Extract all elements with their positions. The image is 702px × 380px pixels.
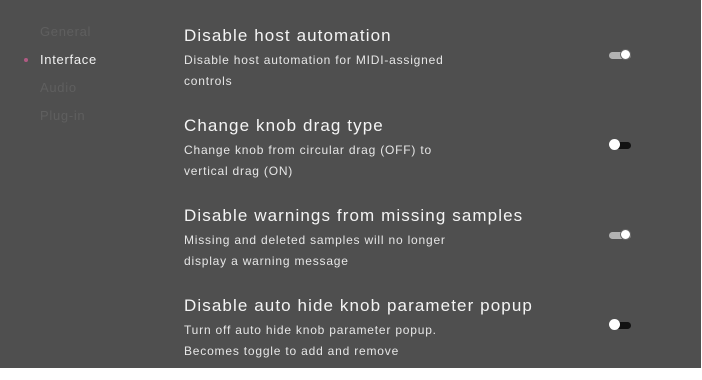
sidebar-item-interface[interactable]: Interface: [40, 52, 97, 67]
setting-description: Turn off auto hide knob parameter popup.…: [184, 320, 514, 362]
sidebar-item-general[interactable]: General: [40, 24, 91, 39]
setting-description-line: controls: [184, 74, 233, 88]
setting-title: Disable host automation: [184, 26, 392, 45]
toggle-knob: [609, 319, 620, 330]
toggle-switch[interactable]: [609, 49, 633, 61]
setting-description-line: Becomes toggle to add and remove: [184, 344, 400, 358]
toggle-knob: [620, 49, 631, 60]
toggle-knob: [620, 229, 631, 240]
setting-title: Change knob drag type: [184, 116, 384, 135]
setting-description: Missing and deleted samples will no long…: [184, 230, 514, 272]
sidebar-item-plugin[interactable]: Plug-in: [40, 108, 85, 123]
setting-description-line: display a warning message: [184, 254, 349, 268]
setting-description: Change knob from circular drag (OFF) to …: [184, 140, 514, 182]
setting-description-line: Disable host automation for MIDI-assigne…: [184, 53, 444, 67]
setting-description-line: Missing and deleted samples will no long…: [184, 233, 446, 247]
setting-description-line: Change knob from circular drag (OFF) to: [184, 143, 432, 157]
setting-description-line: vertical drag (ON): [184, 164, 294, 178]
setting-description: Disable host automation for MIDI-assigne…: [184, 50, 514, 92]
setting-description-line: Turn off auto hide knob parameter popup.: [184, 323, 437, 337]
setting-title: Disable warnings from missing samples: [184, 206, 524, 225]
toggle-switch[interactable]: [609, 319, 633, 331]
settings-sidebar: General Interface Audio Plug-in: [0, 0, 170, 368]
active-indicator-dot: [24, 58, 28, 62]
toggle-switch[interactable]: [609, 229, 633, 241]
settings-window: General Interface Audio Plug-in Disable …: [0, 0, 701, 368]
setting-title: Disable auto hide knob parameter popup: [184, 296, 533, 315]
sidebar-item-audio[interactable]: Audio: [40, 80, 77, 95]
toggle-knob: [609, 139, 620, 150]
toggle-switch[interactable]: [609, 139, 633, 151]
